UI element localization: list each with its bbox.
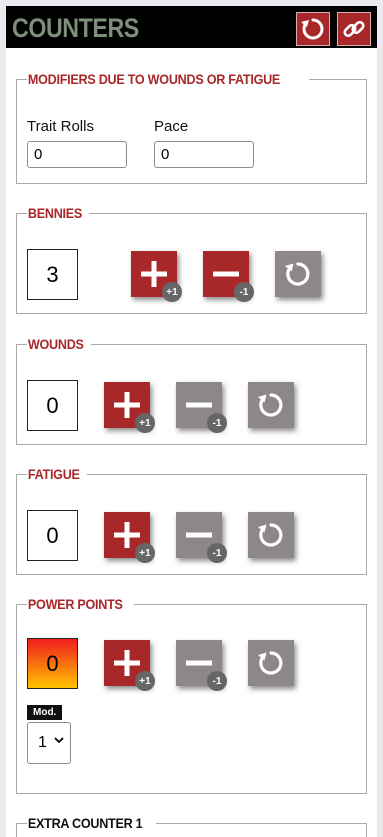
- trait-rolls-label: Trait Rolls: [27, 118, 94, 135]
- power-points-legend: POWER POINTS: [27, 596, 123, 612]
- wounds-reset-button[interactable]: [248, 382, 294, 428]
- bennies-legend: BENNIES: [27, 205, 83, 221]
- fatigue-legend: FATIGUE: [27, 466, 80, 482]
- bennies-value: 3: [27, 249, 78, 300]
- reset-icon: [258, 393, 283, 417]
- extra-counter-panel: EXTRA COUNTER 1: [16, 816, 367, 837]
- modifiers-panel: MODIFIERS DUE TO WOUNDS OR FATIGUE Trait…: [16, 72, 367, 184]
- pace-label: Pace: [154, 118, 189, 135]
- fatigue-panel: FATIGUE 0 +1 -1: [16, 467, 367, 575]
- power-points-panel: POWER POINTS 0 +1 -1 Mod. 1: [16, 597, 367, 794]
- reset-icon: [258, 651, 283, 675]
- mod-select-value: 1: [38, 734, 47, 751]
- bennies-reset-button[interactable]: [275, 251, 321, 297]
- wounds-panel: WOUNDS 0 +1 -1: [16, 337, 367, 445]
- counters-card: COUNTERS MODIFIERS DUE TO WOUNDS OR FATI…: [6, 6, 377, 837]
- mod-label: Mod.: [27, 705, 63, 720]
- reset-icon: [258, 523, 283, 547]
- bennies-panel: BENNIES 3 +1 -1: [16, 206, 367, 314]
- minus-badge: -1: [234, 282, 254, 302]
- fatigue-reset-button[interactable]: [248, 512, 294, 558]
- page-title: COUNTERS: [12, 13, 139, 43]
- wounds-legend: WOUNDS: [27, 336, 84, 352]
- bennies-plus-button[interactable]: +1: [131, 251, 182, 302]
- power-points-plus-button[interactable]: +1: [104, 640, 155, 691]
- fatigue-value: 0: [27, 510, 78, 561]
- plus-badge: +1: [135, 671, 155, 691]
- extra-counter-legend: EXTRA COUNTER 1: [27, 815, 143, 831]
- minus-badge: -1: [207, 543, 227, 563]
- trait-rolls-input[interactable]: [27, 141, 127, 168]
- wounds-minus-button[interactable]: -1: [176, 382, 227, 433]
- header-bar: COUNTERS: [6, 6, 377, 48]
- power-points-reset-button[interactable]: [248, 640, 294, 686]
- reset-icon: [301, 18, 324, 40]
- link-button[interactable]: [337, 12, 371, 46]
- plus-badge: +1: [135, 543, 155, 563]
- minus-badge: -1: [207, 671, 227, 691]
- reset-all-button[interactable]: [296, 12, 330, 46]
- fatigue-plus-button[interactable]: +1: [104, 512, 155, 563]
- bennies-minus-button[interactable]: -1: [203, 251, 254, 302]
- plus-badge: +1: [135, 413, 155, 433]
- mod-select[interactable]: 1: [27, 722, 71, 764]
- wounds-plus-button[interactable]: +1: [104, 382, 155, 433]
- fatigue-minus-button[interactable]: -1: [176, 512, 227, 563]
- power-points-minus-button[interactable]: -1: [176, 640, 227, 691]
- modifiers-legend: MODIFIERS DUE TO WOUNDS OR FATIGUE: [27, 71, 281, 87]
- link-icon: [343, 20, 365, 38]
- pace-input[interactable]: [154, 141, 254, 168]
- plus-badge: +1: [162, 282, 182, 302]
- power-points-value: 0: [27, 638, 78, 689]
- chevron-down-icon: [54, 737, 64, 744]
- reset-icon: [285, 262, 310, 286]
- wounds-value: 0: [27, 380, 78, 431]
- minus-badge: -1: [207, 413, 227, 433]
